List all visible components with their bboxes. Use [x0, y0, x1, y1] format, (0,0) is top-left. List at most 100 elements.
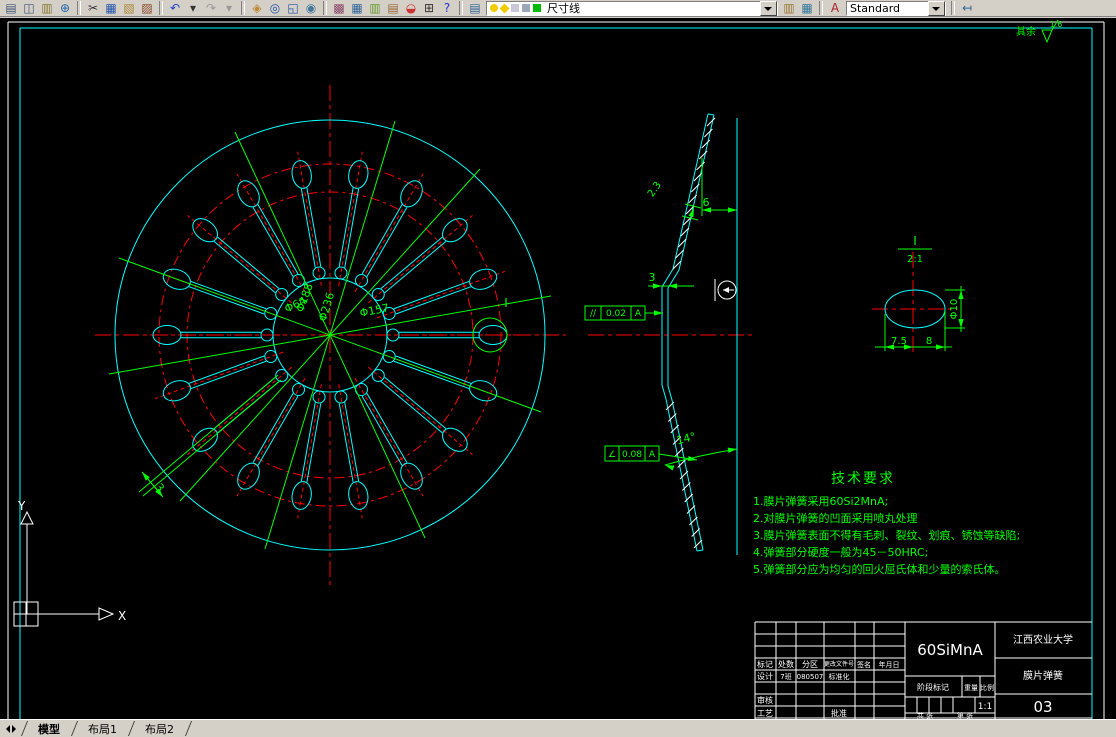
- layer-previous-icon[interactable]: ▦: [798, 1, 816, 16]
- title-block: 标记 处数 分区 更改文件号 签名 年月日 设计 7班 080507 标准化 审…: [754, 621, 1092, 719]
- detail-marker-label[interactable]: I: [504, 296, 508, 310]
- dim-top-width[interactable]: 6: [703, 196, 710, 209]
- dim-style-icon[interactable]: ↤: [958, 1, 976, 16]
- dim-tip[interactable]: 2.3: [646, 180, 664, 199]
- sheet-set-manager-icon[interactable]: ▤: [384, 1, 402, 16]
- zoom-realtime-icon[interactable]: ◎: [266, 1, 284, 16]
- tech-requirement-line: 1.膜片弹簧采用60Si2MnA;: [753, 495, 889, 508]
- undo-icon[interactable]: ↶: [166, 1, 184, 16]
- dim-detail-b[interactable]: 8: [926, 336, 932, 347]
- toolbar-separator: [951, 1, 955, 15]
- match-properties-icon[interactable]: ▨: [138, 1, 156, 16]
- detail-view[interactable]: 7.5 8 Φ10 I 2:1: [872, 234, 965, 355]
- tb-label-total-sheets: 共 张: [917, 711, 933, 719]
- tab-layout1[interactable]: 布局1: [74, 721, 131, 737]
- zoom-window-icon[interactable]: ◱: [284, 1, 302, 16]
- tb-label-date: 年月日: [879, 660, 900, 669]
- fcf-parallel-symbol: //: [590, 309, 597, 319]
- dim-dia-outer[interactable]: Φ236: [316, 291, 337, 323]
- ucs-icon: Y X: [13, 499, 126, 627]
- drawing-canvas[interactable]: Φ188 Φ64 Φ236 Φ157 3 I 6 3 2.3 14° // 0.…: [0, 18, 1116, 719]
- side-section-view[interactable]: 6 3 2.3 14° // 0.02 A ∠ 0.08 A: [584, 113, 752, 555]
- tab-scroll-left-icon[interactable]: [2, 724, 10, 733]
- layer-freeze-sun-icon[interactable]: [499, 3, 510, 13]
- zoom-previous-icon[interactable]: ◉: [302, 1, 320, 16]
- tb-label-sheet-no: 第 张: [957, 711, 973, 719]
- tb-label-sign: 签名: [857, 660, 871, 669]
- tb-label-stage: 阶段标记: [917, 682, 949, 692]
- tab-scroll-right-icon[interactable]: [12, 724, 20, 733]
- text-style-combo[interactable]: Standard: [846, 0, 946, 16]
- text-style-icon[interactable]: A: [826, 1, 844, 16]
- plot-icon[interactable]: ▤: [2, 1, 20, 16]
- markup-set-icon[interactable]: ◒: [402, 1, 420, 16]
- layer-combo-dropdown-icon[interactable]: [760, 0, 777, 16]
- layer-on-bulb-icon[interactable]: [490, 4, 498, 12]
- section-outline-outer[interactable]: [667, 114, 715, 551]
- dim-detail-dia[interactable]: Φ10: [949, 299, 960, 320]
- style-combo-dropdown-icon[interactable]: [928, 0, 945, 16]
- tb-organization: 江西农业大学: [1013, 633, 1073, 646]
- publish-icon[interactable]: ▥: [38, 1, 56, 16]
- roughness-value: 1.6: [1050, 20, 1063, 29]
- toolbar-separator: [459, 1, 463, 15]
- properties-icon[interactable]: ▩: [330, 1, 348, 16]
- side-dimensions: [645, 158, 738, 466]
- pan-icon[interactable]: ◈: [248, 1, 266, 16]
- layer-combo-value: 尺寸线: [547, 2, 580, 15]
- tab-model[interactable]: 模型: [24, 721, 74, 737]
- help-icon[interactable]: ?: [438, 1, 456, 16]
- redo-dropdown-icon[interactable]: ▾: [220, 1, 238, 16]
- tab-scroll-buttons[interactable]: [2, 724, 20, 733]
- fcf-angular-datum: A: [649, 450, 656, 460]
- fcf-parallelism[interactable]: // 0.02 A: [584, 305, 646, 321]
- tb-sheet-number: 03: [1033, 698, 1052, 716]
- fcf-parallel-datum: A: [635, 309, 642, 319]
- layout-tabbar: 模型 布局1 布局2: [0, 719, 1116, 737]
- dim-dia-mid[interactable]: Φ157: [359, 301, 391, 319]
- undo-dropdown-icon[interactable]: ▾: [184, 1, 202, 16]
- tb-value-design-date: 080507: [797, 673, 824, 681]
- tb-label-process: 工艺: [757, 709, 773, 718]
- tab-layout2[interactable]: 布局2: [131, 721, 188, 737]
- layer-combo[interactable]: 尺寸线: [486, 0, 778, 16]
- layer-color-swatch[interactable]: [533, 4, 541, 12]
- paste-ic on[interactable]: ▧: [120, 1, 138, 16]
- quickcalc-icon[interactable]: ⊞: [420, 1, 438, 16]
- tb-label-check: 审核: [757, 695, 773, 705]
- ucs-y-arrowhead-icon: [20, 510, 34, 525]
- roughness-prefix: 其余: [1016, 25, 1036, 38]
- fcf-parallel-tolerance: 0.02: [606, 309, 626, 319]
- layer-states-icon[interactable]: ▥: [780, 1, 798, 16]
- fcf-angular-tolerance: 0.08: [622, 450, 642, 460]
- fcf-angularity[interactable]: ∠ 0.08 A: [604, 445, 660, 462]
- cut-icon[interactable]: ✂: [84, 1, 102, 16]
- print-preview-icon[interactable]: ◫: [20, 1, 38, 16]
- layer-lock-icon[interactable]: [511, 4, 519, 12]
- tech-requirements-title: 技术要求: [831, 471, 895, 487]
- tool-palettes-icon[interactable]: ▥: [366, 1, 384, 16]
- toolbar-separator: [241, 1, 245, 15]
- tech-requirement-line: 5.弹簧部分应为均匀的回火屈氏体和少量的索氏体。: [753, 563, 1006, 576]
- copy-icon[interactable]: ▦: [102, 1, 120, 16]
- front-view[interactable]: Φ188 Φ64 Φ236 Φ157 3 I: [95, 85, 566, 586]
- tb-scale-value: 1:1: [978, 702, 992, 712]
- toolbar-separator: [323, 1, 327, 15]
- ucs-x-arrowhead-icon: [98, 607, 115, 621]
- style-combo-value: Standard: [850, 1, 901, 15]
- ucs-x-label: X: [118, 609, 126, 623]
- etransmit-icon[interactable]: ⊕: [56, 1, 74, 16]
- dim-thickness[interactable]: 3: [649, 271, 656, 284]
- designcenter-icon[interactable]: ▦: [348, 1, 366, 16]
- tb-material: 60SiMnA: [917, 641, 983, 659]
- section-cap-bottom: [696, 549, 704, 552]
- layer-properties-icon[interactable]: ▤: [466, 1, 484, 16]
- tb-label-zone: 分区: [802, 660, 818, 669]
- toolbar-separator: [77, 1, 81, 15]
- tb-label-standard: 标准化: [829, 672, 850, 681]
- redo-icon[interactable]: ↷: [202, 1, 220, 16]
- layer-plot-icon[interactable]: [522, 4, 530, 12]
- section-outline-inner[interactable]: [661, 113, 709, 552]
- tb-value-designer: 7班: [780, 672, 791, 681]
- section-view-symbol: [714, 279, 737, 301]
